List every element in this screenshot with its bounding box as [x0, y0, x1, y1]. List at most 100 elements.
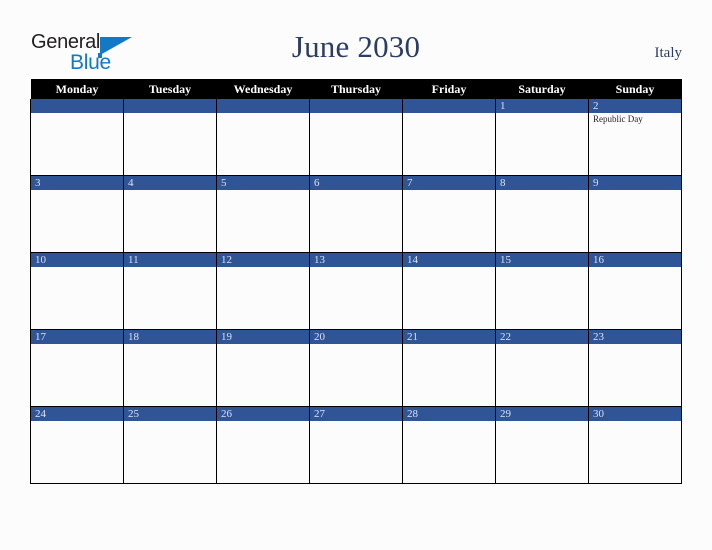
calendar-day-cell[interactable]: 25 [123, 406, 217, 484]
calendar-day-cell[interactable]: 11 [123, 252, 217, 330]
calendar-day-cell[interactable]: 27 [309, 406, 403, 484]
calendar-day-inner: 21 [403, 330, 495, 406]
calendar-day-inner: 20 [310, 330, 402, 406]
day-events [403, 190, 495, 191]
calendar-day-inner: 29 [496, 407, 588, 483]
calendar-day-cell[interactable] [402, 99, 496, 176]
day-number: 3 [31, 176, 123, 190]
day-number: 23 [589, 330, 681, 344]
calendar-day-cell[interactable]: 12 [216, 252, 310, 330]
holiday-label: Republic Day [593, 114, 643, 124]
calendar-day-inner: 27 [310, 407, 402, 483]
calendar-day-cell[interactable]: 21 [402, 329, 496, 407]
day-events [217, 190, 309, 191]
calendar-day-inner: 16 [589, 253, 681, 329]
calendar-day-cell[interactable]: 6 [309, 175, 403, 253]
day-number [31, 99, 123, 113]
day-events [124, 421, 216, 422]
day-events [496, 267, 588, 268]
day-events [403, 421, 495, 422]
day-events [124, 190, 216, 191]
day-events [31, 344, 123, 345]
calendar-day-cell[interactable]: 13 [309, 252, 403, 330]
calendar-day-cell[interactable]: 29 [495, 406, 589, 484]
day-events: Republic Day [589, 113, 681, 125]
calendar-day-cell[interactable]: 4 [123, 175, 217, 253]
day-events [589, 421, 681, 422]
calendar-day-cell[interactable]: 16 [588, 252, 682, 330]
day-number: 15 [496, 253, 588, 267]
day-number [403, 99, 495, 113]
day-number: 8 [496, 176, 588, 190]
calendar-day-inner [31, 99, 123, 175]
day-events [403, 267, 495, 268]
day-events [589, 267, 681, 268]
calendar-day-inner: 22 [496, 330, 588, 406]
calendar-day-cell[interactable]: 26 [216, 406, 310, 484]
calendar-day-inner: 24 [31, 407, 123, 483]
day-number: 28 [403, 407, 495, 421]
day-events [403, 344, 495, 345]
calendar-day-cell[interactable]: 10 [30, 252, 124, 330]
day-events [31, 190, 123, 191]
calendar-day-inner: 13 [310, 253, 402, 329]
calendar-day-cell[interactable]: 1 [495, 99, 589, 176]
day-events [310, 113, 402, 114]
calendar-day-cell[interactable]: 8 [495, 175, 589, 253]
calendar-day-cell[interactable] [30, 99, 124, 176]
calendar-day-cell[interactable]: 17 [30, 329, 124, 407]
weekday-header-sunday: Sunday [588, 79, 682, 99]
calendar-day-inner: 15 [496, 253, 588, 329]
day-events [31, 267, 123, 268]
calendar-day-inner: 19 [217, 330, 309, 406]
calendar-day-cell[interactable]: 14 [402, 252, 496, 330]
weekday-header-friday: Friday [402, 79, 496, 99]
day-events [124, 267, 216, 268]
calendar-day-cell[interactable]: 19 [216, 329, 310, 407]
day-number: 16 [589, 253, 681, 267]
day-events [589, 190, 681, 191]
day-number: 21 [403, 330, 495, 344]
weekday-header-thursday: Thursday [309, 79, 403, 99]
day-number [310, 99, 402, 113]
calendar-grid: Monday Tuesday Wednesday Thursday Friday… [30, 79, 682, 484]
calendar-day-cell[interactable] [309, 99, 403, 176]
calendar-day-cell[interactable]: 2 Republic Day [588, 99, 682, 176]
calendar-day-cell[interactable]: 15 [495, 252, 589, 330]
calendar-day-inner [124, 99, 216, 175]
calendar-day-inner: 1 [496, 99, 588, 175]
calendar-day-inner: 18 [124, 330, 216, 406]
day-number: 19 [217, 330, 309, 344]
day-events [496, 421, 588, 422]
calendar-day-cell[interactable]: 20 [309, 329, 403, 407]
calendar-day-cell[interactable]: 7 [402, 175, 496, 253]
calendar-day-inner: 11 [124, 253, 216, 329]
calendar-day-inner [217, 99, 309, 175]
calendar-day-cell[interactable]: 22 [495, 329, 589, 407]
calendar-day-inner: 2 Republic Day [589, 99, 681, 175]
day-events [496, 190, 588, 191]
day-number: 13 [310, 253, 402, 267]
day-events [217, 113, 309, 114]
calendar-day-inner: 25 [124, 407, 216, 483]
calendar-day-cell[interactable]: 5 [216, 175, 310, 253]
day-number: 5 [217, 176, 309, 190]
calendar-body: 1 2 Republic Day 3 4 5 6 7 8 9 10 11 12 13 14 15 16 17 18 1… [30, 99, 682, 484]
day-events [217, 344, 309, 345]
calendar-week-row: 24 25 26 27 28 29 30 [30, 406, 682, 484]
calendar-day-cell[interactable]: 18 [123, 329, 217, 407]
calendar-day-cell[interactable]: 24 [30, 406, 124, 484]
calendar-day-cell[interactable]: 3 [30, 175, 124, 253]
calendar-day-inner: 28 [403, 407, 495, 483]
calendar-week-row: 10 11 12 13 14 15 16 [30, 252, 682, 330]
calendar-day-cell[interactable] [216, 99, 310, 176]
calendar-day-cell[interactable]: 9 [588, 175, 682, 253]
weekday-header-tuesday: Tuesday [123, 79, 217, 99]
calendar-day-cell[interactable]: 23 [588, 329, 682, 407]
calendar-day-cell[interactable]: 28 [402, 406, 496, 484]
calendar-day-inner: 8 [496, 176, 588, 252]
calendar-day-cell[interactable] [123, 99, 217, 176]
calendar-day-cell[interactable]: 30 [588, 406, 682, 484]
day-number: 9 [589, 176, 681, 190]
day-events [310, 421, 402, 422]
